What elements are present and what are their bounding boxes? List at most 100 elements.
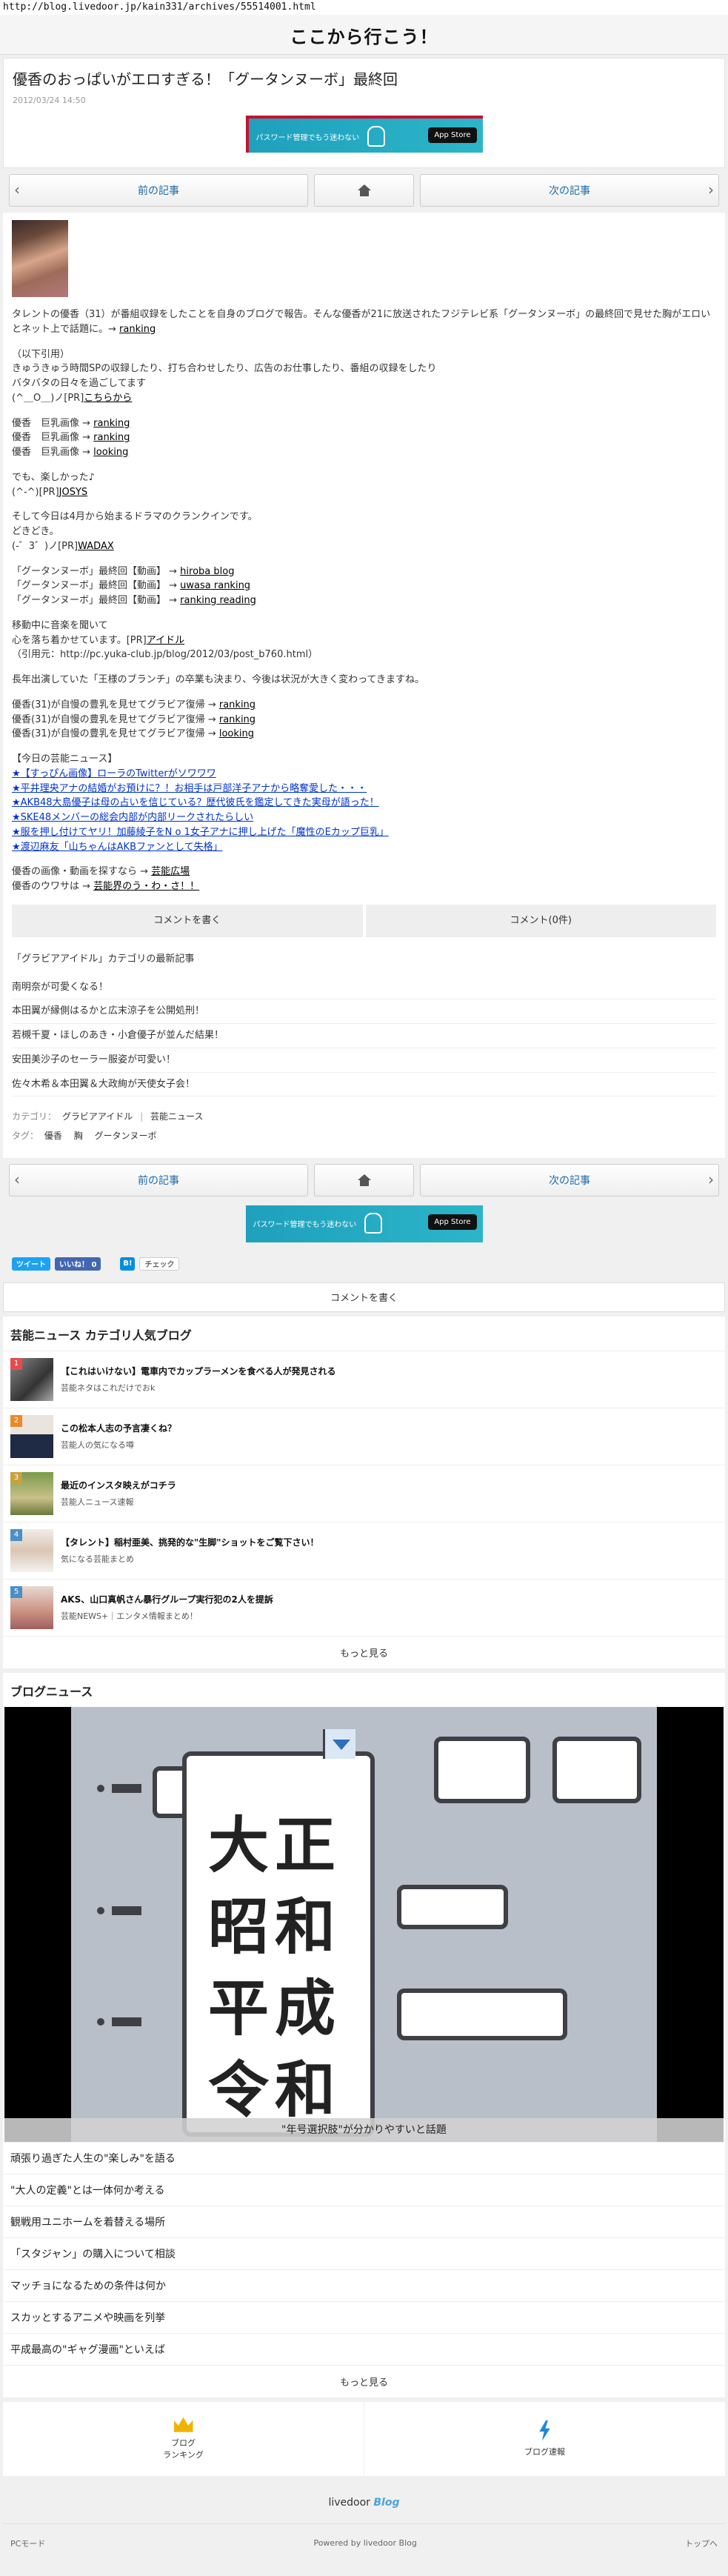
ad-banner-bottom[interactable]: パスワード管理でもう迷わない App Store (245, 1205, 483, 1242)
list-item[interactable]: スカッとするアニメや映画を列挙 (3, 2300, 725, 2333)
news-link[interactable]: ★AKB48大島優子は母の占いを信じている？歴代彼氏を鑑定してきた実母が語った！ (12, 797, 379, 808)
item-source: 気になる芸能まとめ (61, 1554, 134, 1565)
ad-banner-top[interactable]: パスワード管理でもう迷わない App Store (245, 116, 483, 153)
hatena-bookmark-icon[interactable]: B! (120, 1257, 136, 1271)
thumbnail: 4 (10, 1528, 53, 1572)
ranking-link[interactable]: ranking (219, 699, 256, 710)
write-comment-bar[interactable]: コメントを書く (3, 1282, 725, 1312)
news-link[interactable]: ★【すっぴん画像】ローラのTwitterがソワワワ (12, 768, 216, 779)
article-thumbnail[interactable] (12, 220, 68, 297)
pr-link[interactable]: WADAX (78, 541, 114, 552)
category-link[interactable]: グラビアアイドル (62, 1111, 133, 1122)
paragraph-7: 長年出演していた「王様のブランチ」の卒業も決まり、今後は状況が大きく変わってきま… (12, 674, 425, 685)
list-item[interactable]: 本田翼が縁側はるかと広末涼子を公開処刑！ (12, 999, 716, 1024)
list-item[interactable]: 3 最近のインスタ映えがコチラ 芸能人ニュース速報 (3, 1464, 725, 1522)
pager-bottom: ‹ 前の記事 次の記事 › (3, 1158, 725, 1202)
more-news-button[interactable]: もっと見る (3, 2364, 725, 2397)
livedoor-blog-logo[interactable]: livedoor Blog (3, 2476, 725, 2523)
fukkatsu-links: 優香(31)が自慢の豊乳を見せてグラビア復帰 → ranking 優香(31)が… (12, 698, 716, 742)
social-buttons: ツイート いいね！ 0 B! チェック (3, 1250, 725, 1278)
text-line: そして今日は4月から始まるドラマのクランクインです。 (12, 511, 258, 523)
tag-link[interactable]: 優香 (44, 1131, 62, 1141)
tag-link[interactable]: 胸 (74, 1131, 83, 1141)
to-top-link[interactable]: トップへ (685, 2537, 718, 2549)
tag-label: タグ： (12, 1131, 39, 1142)
today-news-heading: 【今日の芸能ニュース】 (12, 753, 118, 765)
geino-hiroba-link[interactable]: 芸能広場 (151, 866, 190, 877)
pr-link[interactable]: アイドル (147, 635, 184, 646)
thumbnail: 3 (10, 1471, 53, 1515)
site-title[interactable]: ここから行こう！ (0, 22, 728, 48)
video-link[interactable]: blog (210, 566, 234, 577)
blog-sokuhou-button[interactable]: ブログ速報 (364, 2401, 725, 2476)
write-comment-button[interactable]: コメントを書く (12, 904, 363, 937)
home-button[interactable] (314, 1163, 414, 1197)
ranking-link[interactable]: ranking (93, 432, 130, 443)
list-item[interactable]: 佐々木希＆本田翼＆大政絢が天使女子会！ (12, 1073, 716, 1097)
list-item[interactable]: 平成最高の"ギャグ漫画"といえば (3, 2332, 725, 2365)
popular-blogs: 芸能ニュース カテゴリ人気ブログ 1 【これはいけない】電車内でカップラーメンを… (3, 1316, 725, 1668)
bullet-dot (97, 2017, 104, 2026)
prev-article-button[interactable]: ‹ 前の記事 (9, 174, 308, 207)
tweet-button[interactable]: ツイート (12, 1257, 50, 1271)
video-link[interactable]: ranking (211, 580, 250, 591)
next-label: 次の記事 (549, 185, 590, 197)
text-line: どきどき。 (12, 526, 59, 537)
list-item[interactable]: 安田美沙子のセーラー服姿が可愛い！ (12, 1048, 716, 1073)
comment-count-button[interactable]: コメント(0件) (365, 904, 716, 937)
tag-link[interactable]: グータンヌーボ (95, 1131, 157, 1141)
pc-mode-link[interactable]: PCモード (10, 2537, 45, 2549)
news-link[interactable]: ★SKE48メンバーの総会内部が内部リークされたらしい (12, 812, 253, 823)
bullet-dot (97, 1784, 104, 1792)
looking-link[interactable]: looking (219, 728, 254, 739)
news-link[interactable]: ★服を押し付けてヤリ！加藤綾子をN o 1女子アナに押し上げた「魔性のEカップ巨… (12, 827, 389, 838)
item-title: 最近のインスタ映えがコチラ (61, 1480, 176, 1491)
item-title: この松本人志の予言凄くね？ (61, 1423, 177, 1434)
list-item[interactable]: 「スタジャン」の購入について相談 (3, 2237, 725, 2269)
blog-news-title: ブログニュース (10, 1684, 93, 1699)
photo-caption[interactable]: "年号選択肢"が分かりやすいと話題 (4, 2117, 724, 2142)
next-article-button[interactable]: 次の記事 › (420, 174, 719, 207)
video-link[interactable]: reading (216, 595, 256, 606)
list-item[interactable]: 頑張り過ぎた人生の"楽しみ"を語る (3, 2141, 725, 2174)
blog-news-photo[interactable]: 大正 昭和 平成 令和 "年号選択肢"が分かりやすいと話題 (4, 1706, 724, 2142)
video-link[interactable]: hiroba (180, 566, 210, 577)
dash-line (112, 1906, 141, 1915)
article-date: 2012/03/24 14:50 (13, 96, 86, 105)
category-link[interactable]: 芸能ニュース (150, 1111, 203, 1122)
list-item[interactable]: 若槻千夏・ほしのあき・小倉優子が並んだ結果！ (12, 1024, 716, 1048)
intro-link[interactable]: ranking (119, 324, 156, 335)
pr-link[interactable]: JOSYS (59, 487, 88, 498)
next-article-button[interactable]: 次の記事 › (420, 1163, 719, 1197)
like-button[interactable]: いいね！ 0 (55, 1257, 101, 1271)
video-link[interactable]: uwasa (180, 580, 211, 591)
text-line: 心を落ち着かせています。[PR] (12, 634, 147, 646)
check-button[interactable]: チェック (139, 1257, 180, 1271)
uwasa-link[interactable]: 芸能界のう・わ・さ！！ (93, 881, 199, 892)
looking-link[interactable]: looking (93, 447, 128, 458)
list-item[interactable]: 4 【タレント】稲村亜美、挑発的な"生脚"ショットをご覧下さい！ 気になる芸能まと… (3, 1521, 725, 1579)
video-links: 「グータンヌーボ」最終回【動画】 → hiroba blog 「グータンヌーボ」… (12, 565, 716, 608)
link-label: 優香 巨乳画像 → (12, 417, 91, 429)
list-item[interactable]: 2 この松本人志の予言凄くね？ 芸能人の気になる噂 (3, 1407, 725, 1465)
list-item[interactable]: 南明奈が可愛くなる！ (12, 976, 716, 1000)
list-item[interactable]: 観戦用ユニホームを着替える場所 (3, 2205, 725, 2237)
link-label: 優香の画像・動画を探すなら → (12, 866, 149, 878)
quote-link[interactable]: こちらから (84, 393, 132, 404)
home-button[interactable] (314, 174, 414, 207)
list-item[interactable]: マッチョになるための条件は何か (3, 2269, 725, 2301)
crown-icon (173, 2417, 193, 2432)
rank-badge: 5 (10, 1585, 22, 1598)
ranking-link[interactable]: ranking (93, 418, 130, 429)
news-link[interactable]: ★渡辺麻友「山ちゃんはAKBファンとして失格」 (12, 842, 223, 853)
list-item[interactable]: 1 【これはいけない】電車内でカップラーメンを食べる人が発見される 芸能ネタはこれ… (3, 1350, 725, 1408)
list-item[interactable]: "大人の定義"とは一体何か考える (3, 2173, 725, 2206)
more-popular-button[interactable]: もっと見る (3, 1635, 725, 1668)
video-link[interactable]: ranking (180, 595, 216, 606)
list-item[interactable]: 5 AKS、山口真帆さん暴行グループ実行犯の2人を提訴 芸能NEWS+｜エンタメ情… (3, 1578, 725, 1636)
prev-article-button[interactable]: ‹ 前の記事 (9, 1163, 308, 1197)
news-link[interactable]: ★平井理央アナの結婚がお預けに？！お相手は戸部洋子アナから略奪愛した・・・ (12, 783, 367, 794)
ranking-link[interactable]: ranking (219, 714, 256, 725)
blog-ranking-button[interactable]: ブログ ランキング (3, 2402, 364, 2476)
dropdown-arrow-icon (323, 1728, 355, 1759)
